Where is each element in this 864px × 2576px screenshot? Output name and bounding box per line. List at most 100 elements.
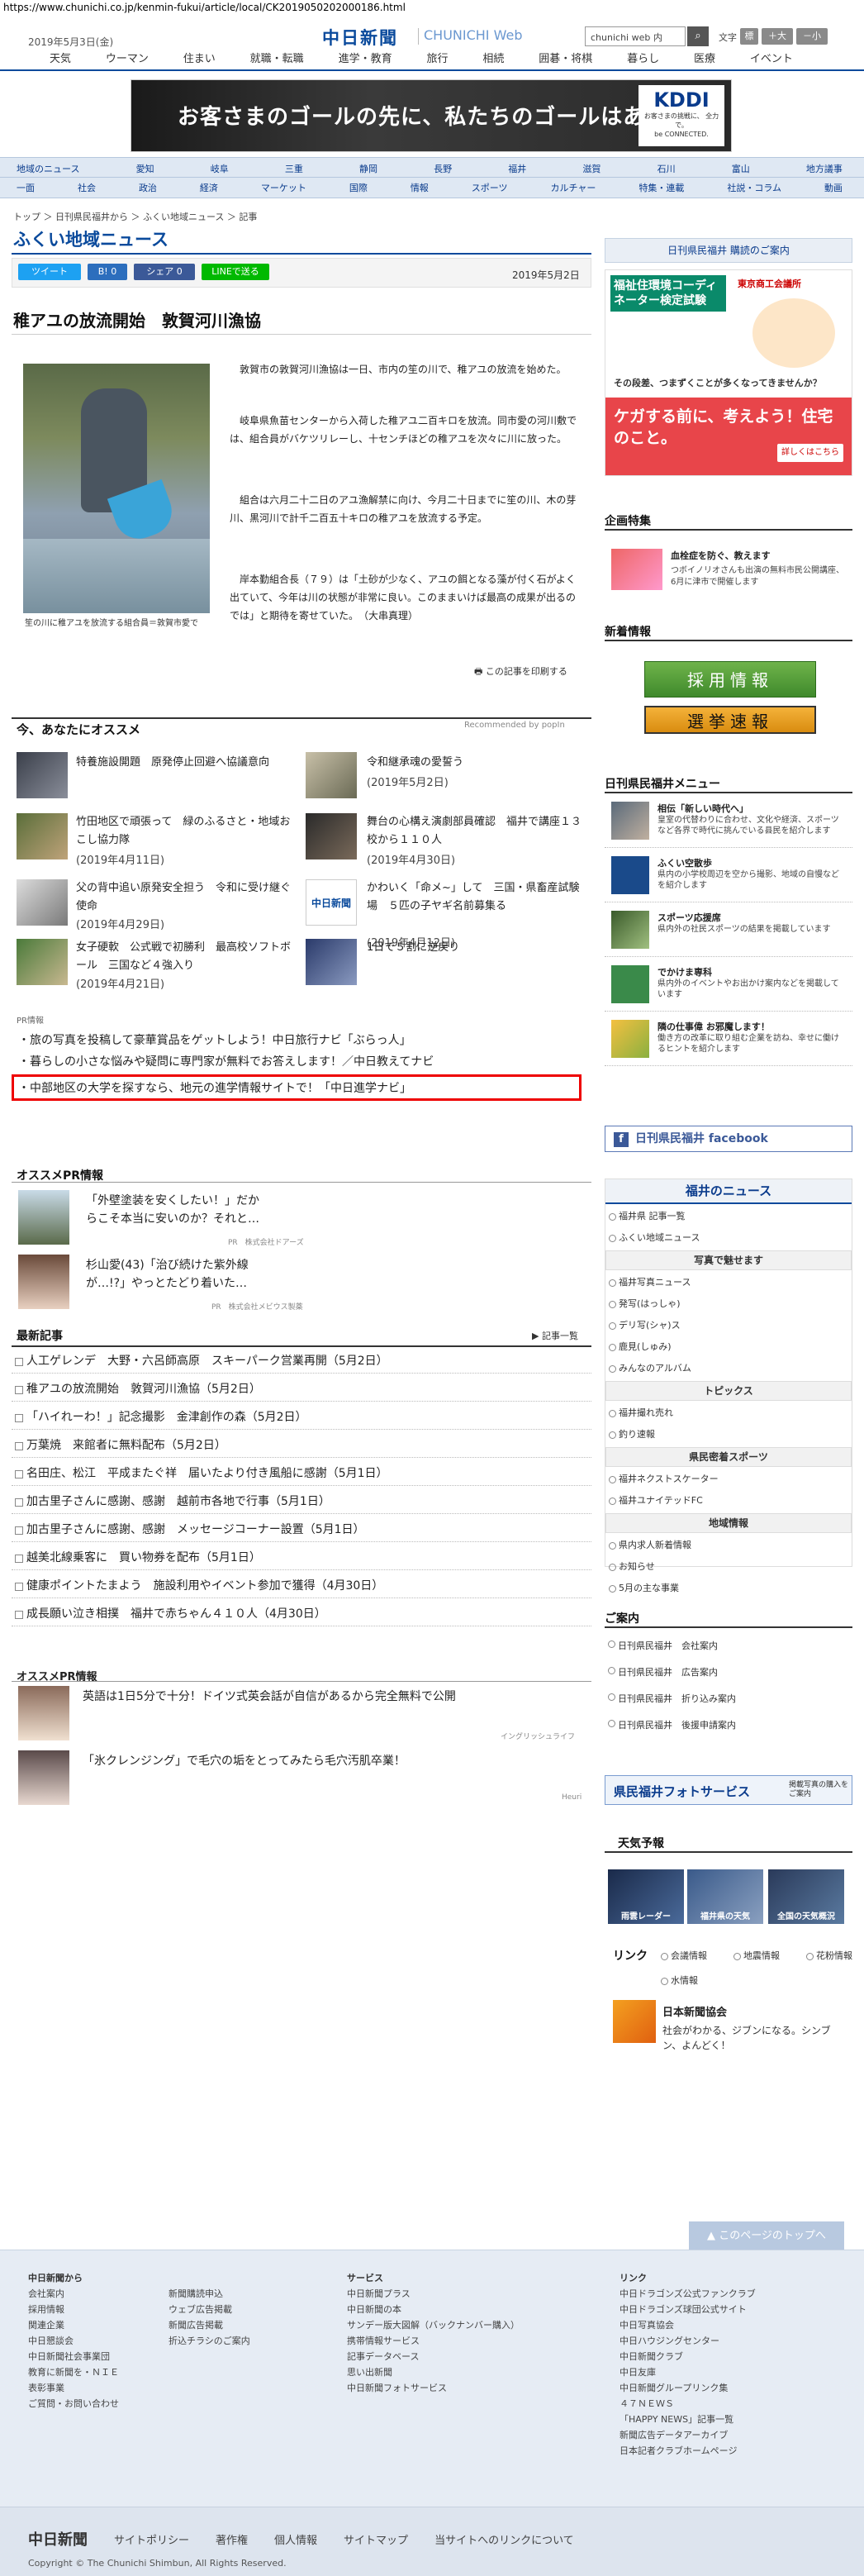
catnav-item[interactable]: スポーツ [472, 181, 508, 194]
catnav-item[interactable]: 石川 [657, 162, 676, 175]
footer-link[interactable]: 中日懇談会 [28, 2333, 119, 2349]
footer-nav-link[interactable]: サイトマップ [344, 2531, 408, 2547]
footer-link[interactable]: 関連企業 [28, 2317, 119, 2333]
info-link[interactable]: 会議情報 [657, 1945, 722, 1967]
catnav-item[interactable]: 地方議事 [806, 162, 843, 175]
ospr-item-text[interactable]: 杉山愛(43)「治び続けた紫外線が…!?」やっとたどり着いた… [86, 1256, 268, 1293]
annai-link[interactable]: 日刊県民福井 後援申請案内 [605, 1712, 852, 1739]
article-photo[interactable] [23, 364, 210, 613]
menu-item[interactable]: スポーツ応援席 県内外の社民スポーツの結果を掲載しています [605, 906, 852, 957]
recommend-thumb[interactable] [17, 939, 68, 985]
catnav-item[interactable]: 富山 [732, 162, 750, 175]
footer-link[interactable]: 「HAPPY NEWS」記事一覧 [620, 2412, 756, 2427]
photo-link[interactable]: 鹿見(しゅみ) [605, 1336, 729, 1358]
sports-link[interactable]: 福井ネクストスケーター [605, 1469, 729, 1490]
recommend-thumb[interactable] [306, 813, 357, 859]
news-item[interactable]: 成長願い泣き相撲 福井で赤ちゃん４１０人（4月30日） [12, 1602, 591, 1626]
footer-link[interactable]: ウェブ広告掲載 [169, 2302, 250, 2317]
footer-nav-link[interactable]: サイトポリシー [114, 2531, 189, 2547]
footer-link[interactable]: 中日新聞社会事業団 [28, 2349, 119, 2364]
news-item[interactable]: 加古里子さんに感謝、感謝 メッセージコーナー設置（5月1日） [12, 1517, 591, 1542]
font-large-button[interactable]: ＋大 [762, 28, 793, 45]
footer-link[interactable]: 新聞広告掲載 [169, 2317, 250, 2333]
saiyo-button[interactable]: 採用情報 [644, 661, 816, 698]
footer-nav-link[interactable]: 著作権 [216, 2531, 248, 2547]
footer-link[interactable]: 中日新聞フォトサービス [347, 2380, 520, 2396]
recommend-thumb[interactable] [306, 939, 357, 985]
footer-link[interactable]: 日本記者クラブホームページ [620, 2443, 756, 2459]
gnav-item[interactable]: 相続 [482, 50, 504, 68]
weather-fukui-button[interactable]: 福井県の天気 [687, 1869, 763, 1924]
gnav-item[interactable]: 天気 [50, 50, 71, 68]
recommend-item-title[interactable]: 特養施設開題 原発停止回避へ協議意向 [76, 754, 292, 772]
footer-link[interactable]: 表彰事業 [28, 2380, 119, 2396]
nihon-title[interactable]: 日本新聞協会 [662, 2003, 727, 2019]
site-logo-web[interactable]: CHUNICHI Web [424, 27, 523, 43]
recommend-thumb[interactable] [17, 879, 68, 926]
ospr-item-text[interactable]: 「外壁塗装を安くしたい！」だからこそ本当に安いのか？それと… [86, 1192, 268, 1228]
gnav-item[interactable]: 進学・教育 [339, 50, 392, 68]
catnav-item[interactable]: 一面 [17, 181, 35, 194]
news-item[interactable]: 健康ポイントたまよう 施設利用やイベント参加で獲得（4月30日） [12, 1574, 591, 1598]
footer-nav-link[interactable]: 当サイトへのリンクについて [434, 2531, 574, 2547]
font-standard-button[interactable]: 標 [740, 28, 758, 45]
annai-link[interactable]: 日刊県民福井 折り込み案内 [605, 1686, 852, 1712]
footer-link[interactable]: 新聞購読申込 [169, 2286, 250, 2302]
catnav-item[interactable]: 政治 [139, 181, 157, 194]
photo-link[interactable]: 発写(はっしゃ) [605, 1293, 729, 1315]
recommend-thumb[interactable] [306, 752, 357, 798]
footer-link[interactable]: 中日写真協会 [620, 2317, 756, 2333]
footer-link[interactable]: 中日新聞グループリンク集 [620, 2380, 756, 2396]
popin-credit[interactable]: Recommended by popIn [464, 721, 565, 730]
pr-link[interactable]: ・旅の写真を投稿して豪華賞品をゲットしよう！中日旅行ナビ「ぶらっ人」 [18, 1031, 411, 1048]
catnav-item[interactable]: 経済 [200, 181, 218, 194]
pr-link[interactable]: ・暮らしの小さな悩みや疑問に専門家が無料でお答えします！／中日教えてナビ [18, 1053, 434, 1069]
catnav-item[interactable]: マーケット [261, 181, 306, 194]
gnav-item[interactable]: ウーマン [106, 50, 149, 68]
chiiki-link[interactable]: お知らせ [605, 1556, 729, 1578]
recommend-item-title[interactable]: 令和継承魂の愛誓う [367, 754, 583, 772]
catnav-item[interactable]: カルチャー [551, 181, 596, 194]
photo-link[interactable]: デリ写(シャ)ス [605, 1315, 729, 1336]
footer-link[interactable]: 中日ハウジングセンター [620, 2333, 756, 2349]
news-item[interactable]: 人工ゲレンデ 大野・六呂師高原 スキーパーク営業再開（5月2日） [12, 1349, 591, 1374]
annai-link[interactable]: 日刊県民福井 会社案内 [605, 1633, 852, 1659]
catnav-item[interactable]: 岐阜 [211, 162, 229, 175]
info-link[interactable]: 地震情報 [730, 1945, 795, 1967]
catnav-item[interactable]: 長野 [434, 162, 452, 175]
footer-link[interactable]: 中日新聞の本 [347, 2302, 520, 2317]
footer-link[interactable]: 中日ドラゴンズ公式ファンクラブ [620, 2286, 756, 2302]
recommend-thumb-logo[interactable]: 中日新聞 [306, 879, 357, 926]
footer-link[interactable]: 会社案内 [28, 2286, 119, 2302]
news-more-link[interactable]: ▶ 記事一覧 [532, 1329, 578, 1342]
fukui-link[interactable]: 福井県 記事一覧 [605, 1206, 729, 1227]
sports-link[interactable]: 福井ユナイテッドFC [605, 1490, 729, 1512]
gnav-item[interactable]: 暮らし [627, 50, 659, 68]
catnav-item[interactable]: 滋賀 [582, 162, 601, 175]
info-link[interactable]: 花粉情報 [803, 1945, 864, 1967]
recommend-item-title[interactable]: 女子硬軟 公式戦で初勝利 最高校ソフトボール 三国など４強入り [76, 939, 292, 975]
menu-item[interactable]: 相伝「新しい時代へ」 皇室の代替わりに合わせ、文化や経済、スポーツなど各界で時代… [605, 797, 852, 848]
subscribe-link[interactable]: 日刊県民福井 購読のご案内 [605, 238, 852, 263]
gnav-item[interactable]: 医療 [694, 50, 715, 68]
catnav-item[interactable]: 社会 [78, 181, 96, 194]
catnav-item[interactable]: 静岡 [359, 162, 377, 175]
menu-item[interactable]: ふくい空散歩 県内の小学校周辺を空から撮影、地域の自慢などを紹介します [605, 851, 852, 902]
info-link[interactable]: 水情報 [657, 1970, 740, 1992]
search-input[interactable]: chunichi web 内 [585, 26, 686, 46]
news-item[interactable]: 稚アユの放流開始 敦賀河川漁協（5月2日） [12, 1377, 591, 1402]
catnav-item[interactable]: 国際 [349, 181, 368, 194]
recommend-thumb[interactable] [17, 752, 68, 798]
facebook-link[interactable]: f 日刊県民福井 facebook [605, 1126, 852, 1152]
topics-link[interactable]: 福井撮れ売れ [605, 1402, 729, 1424]
photo-link[interactable]: みんなのアルバム [605, 1358, 729, 1379]
chiiki-link[interactable]: 5月の主な事業 [605, 1578, 729, 1599]
page-top-button[interactable]: ▲ このページのトップへ [689, 2221, 844, 2251]
catnav-item[interactable]: 三重 [285, 162, 303, 175]
footer-link[interactable]: 思い出新聞 [347, 2364, 520, 2380]
footer-link[interactable]: 教育に新聞を・ＮＩＥ [28, 2364, 119, 2380]
nihon-logo[interactable] [613, 2000, 656, 2043]
footer-link[interactable]: ４７ＮＥＷＳ [620, 2396, 756, 2412]
footer-link[interactable]: 記事データベース [347, 2349, 520, 2364]
ospr2-thumb[interactable] [18, 1686, 69, 1740]
